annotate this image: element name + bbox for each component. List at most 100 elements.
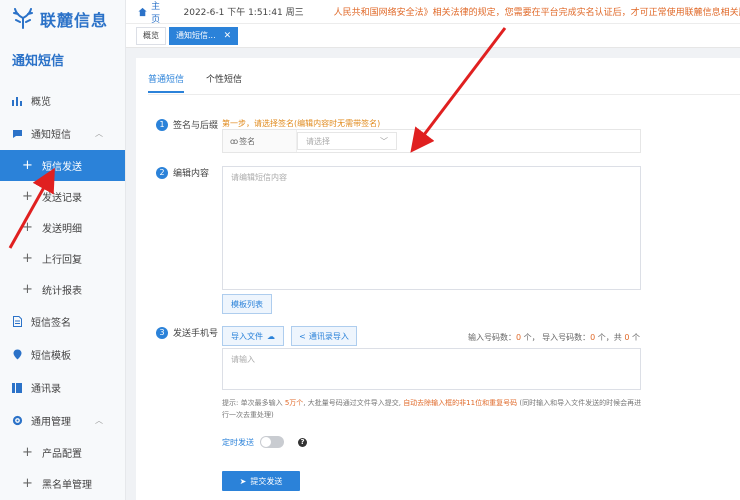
sidebar-item-label: 产品配置 — [42, 449, 82, 460]
sidebar-item-label: 概览 — [31, 97, 51, 108]
signature-hint: 第一步，请选择签名(编辑内容时无需带签名) — [222, 119, 381, 128]
sidebar: 联麓信息 通知短信 概览 通知短信 ︿ + 短信发送 + 发送记录 + 发送明细 — [0, 0, 126, 500]
datetime: 2022-6-1 下午 1:51:41 周三 — [183, 8, 304, 18]
submit-send-button[interactable]: ➤ 提交发送 — [222, 471, 300, 491]
document-icon — [11, 316, 23, 328]
sidebar-item-label: 通用管理 — [31, 417, 71, 428]
step-phones: 3 发送手机号 — [156, 326, 218, 339]
step-label: 签名与后缀 — [173, 121, 219, 131]
step-label: 发送手机号 — [173, 329, 219, 339]
signature-label: ꝏ 签名 — [223, 130, 297, 152]
chevron-up-icon: ︿ — [95, 129, 103, 138]
count-text: 个， 导入号码数： — [521, 333, 591, 342]
tab-notify-sms[interactable]: 通知短信... ✕ — [169, 26, 239, 45]
page-tabs: 概览 通知短信... ✕ — [126, 24, 740, 48]
sms-send-form: 普通短信 个性短信 1 签名与后缀 第一步，请选择签名(编辑内容时无需带签名) … — [136, 58, 740, 500]
import-contacts-button[interactable]: < 通讯录导入 — [291, 326, 357, 346]
home-link[interactable]: 主页 — [126, 0, 168, 25]
home-label: 主页 — [151, 1, 161, 25]
plus-icon: + — [22, 219, 33, 235]
sidebar-item-label: 短信模板 — [31, 351, 71, 362]
sidebar-item-product-config[interactable]: + 产品配置 — [0, 437, 125, 468]
select-placeholder: 请选择 — [306, 136, 330, 146]
sidebar-item-label: 通知短信 — [31, 130, 71, 141]
sidebar-item-label: 短信发送 — [42, 162, 82, 173]
sidebar-item-contacts[interactable]: 通讯录 — [0, 371, 125, 404]
antler-logo-icon — [13, 8, 33, 29]
tip-text: 提示: 单次最多输入 — [222, 399, 285, 407]
step-content: 2 编辑内容 — [156, 166, 209, 179]
signature-label-text: 签名 — [239, 136, 256, 146]
sidebar-item-reports[interactable]: + 统计报表 — [0, 274, 125, 305]
cloud-upload-icon: ☁ — [267, 331, 275, 341]
close-icon[interactable]: ✕ — [224, 28, 232, 44]
step-number: 2 — [156, 166, 168, 179]
sidebar-item-general-admin[interactable]: 通用管理 ︿ — [0, 404, 125, 437]
sidebar-item-replies[interactable]: + 上行回复 — [0, 243, 125, 274]
tab-personalized-sms[interactable]: 个性短信 — [206, 72, 242, 93]
scheduled-send-label: 定时发送 — [222, 437, 254, 447]
sidebar-item-label: 上行回复 — [42, 255, 82, 266]
sidebar-item-send-records[interactable]: + 发送记录 — [0, 181, 125, 212]
count-text: 个，共 — [595, 333, 625, 342]
chevron-up-icon: ︿ — [95, 416, 103, 425]
tab-label: 通知短信... — [176, 30, 216, 40]
plus-icon: + — [22, 444, 33, 460]
sms-content-textarea[interactable]: 请编辑短信内容 — [222, 166, 641, 290]
sidebar-item-notify-sms[interactable]: 通知短信 ︿ — [0, 117, 125, 150]
plus-icon: + — [22, 250, 33, 266]
number-count-info: 输入号码数：0 个， 导入号码数：0 个，共 0 个 — [468, 332, 640, 343]
plus-icon: + — [22, 188, 33, 204]
notice-marquee: 人民共和国网络安全法》相关法律的规定，您需要在平台完成实名认证后，才可正常使用联… — [333, 8, 740, 18]
logo: 联麓信息 — [0, 0, 125, 38]
sidebar-item-overview[interactable]: 概览 — [0, 84, 125, 117]
tab-normal-sms[interactable]: 普通短信 — [148, 72, 185, 93]
signature-row: ꝏ 签名 请选择 ﹀ — [222, 129, 641, 153]
phone-tip: 提示: 单次最多输入 5万个, 大批量号码通过文件导入提交, 自动去除输入框的非… — [222, 397, 642, 421]
tip-auto: 自动去除输入框的非11位和重复号码 — [403, 399, 518, 407]
sidebar-item-sms-template[interactable]: 短信模板 — [0, 338, 125, 371]
submit-label: 提交发送 — [250, 476, 283, 486]
sidebar-item-blacklist[interactable]: + 黑名单管理 — [0, 468, 125, 499]
import-file-button[interactable]: 导入文件 ☁ — [222, 326, 284, 346]
share-icon: < — [299, 331, 306, 341]
tip-text: , 大批量号码通过文件导入提交, — [303, 399, 404, 407]
phone-numbers-textarea[interactable]: 请输入 — [222, 348, 641, 390]
template-list-button[interactable]: 模板列表 — [222, 294, 272, 314]
sidebar-item-send-details[interactable]: + 发送明细 — [0, 212, 125, 243]
step-number: 1 — [156, 118, 168, 131]
message-icon — [11, 128, 23, 140]
scheduled-send: 定时发送 ? — [222, 436, 307, 448]
sidebar-item-sms-signature[interactable]: 短信签名 — [0, 305, 125, 338]
gear-icon — [11, 415, 23, 427]
help-icon[interactable]: ? — [298, 437, 307, 447]
sidebar-item-label: 统计报表 — [42, 286, 82, 297]
sidebar-item-sms-send[interactable]: + 短信发送 — [0, 150, 125, 181]
module-title: 通知短信 — [12, 54, 65, 69]
user-icon: ꝏ — [230, 136, 239, 146]
sidebar-item-label: 发送记录 — [42, 193, 82, 204]
send-icon: ➤ — [239, 476, 247, 486]
sidebar-item-label: 通讯录 — [31, 384, 61, 395]
signature-select[interactable]: 请选择 ﹀ — [297, 132, 397, 150]
app-root: 联麓信息 通知短信 概览 通知短信 ︿ + 短信发送 + 发送记录 + 发送明细 — [0, 0, 740, 500]
import-file-label: 导入文件 — [231, 331, 263, 341]
bar-chart-icon — [11, 95, 23, 107]
plus-icon: + — [22, 281, 33, 297]
location-pin-icon — [11, 349, 23, 361]
sidebar-item-label: 黑名单管理 — [42, 480, 92, 491]
step-label: 编辑内容 — [173, 169, 210, 179]
sms-type-tabs: 普通短信 个性短信 — [148, 72, 264, 93]
scheduled-send-toggle[interactable] — [260, 436, 284, 448]
logo-text: 联麓信息 — [40, 11, 109, 30]
top-bar: 主页 2022-6-1 下午 1:51:41 周三 人民共和国网络安全法》相关法… — [126, 0, 740, 25]
textarea-placeholder: 请输入 — [231, 355, 255, 364]
plus-icon: + — [22, 157, 33, 173]
tab-overview[interactable]: 概览 — [136, 26, 166, 45]
textarea-placeholder: 请编辑短信内容 — [231, 173, 287, 182]
contacts-book-icon — [11, 382, 23, 394]
divider — [148, 94, 740, 95]
chevron-down-icon: ﹀ — [380, 136, 388, 146]
import-contacts-label: 通讯录导入 — [308, 331, 349, 341]
plus-icon: + — [22, 475, 33, 491]
